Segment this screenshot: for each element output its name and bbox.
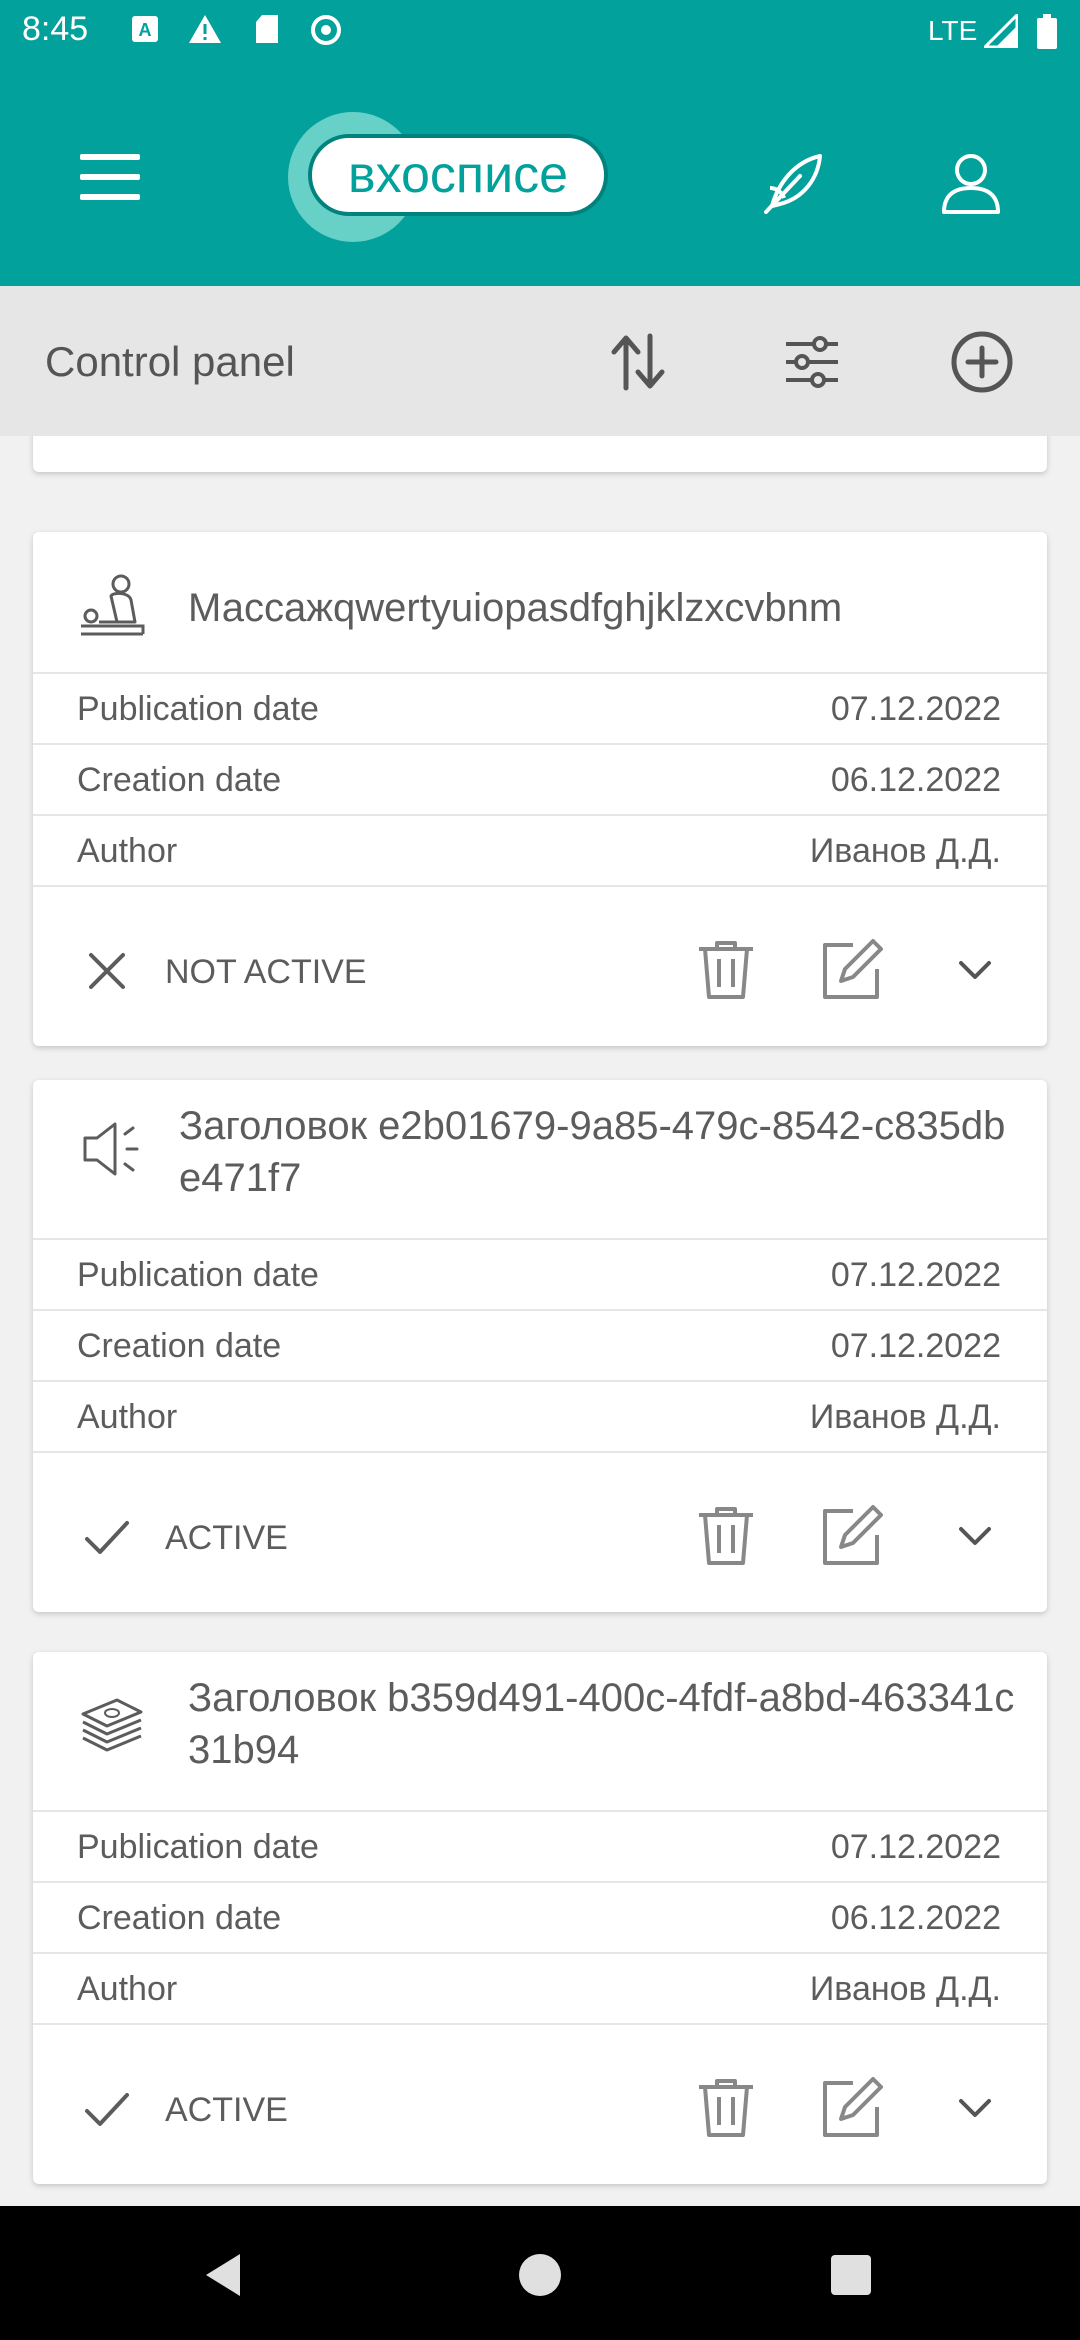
- status-time: 8:45: [22, 10, 89, 48]
- card-item[interactable]: Заголовок e2b01679-9a85-479c-8542-c835db…: [33, 1080, 1047, 1612]
- network-type: LTE: [928, 15, 978, 46]
- author-row: Author Иванов Д.Д.: [33, 1954, 1047, 2025]
- filter-sliders-icon[interactable]: [780, 330, 844, 394]
- publication-date-label: Publication date: [77, 1256, 319, 1294]
- menu-icon[interactable]: [78, 152, 142, 202]
- app-bar: вхосписе: [0, 66, 1080, 286]
- edit-icon[interactable]: [819, 2075, 885, 2141]
- content-list[interactable]: Массажqwertyuiopasdfghjklzxcvbnm Publica…: [0, 436, 1080, 2206]
- creation-date-label: Creation date: [77, 761, 282, 799]
- author-label: Author: [77, 1970, 178, 2008]
- card-header: Заголовок e2b01679-9a85-479c-8542-c835db…: [33, 1080, 1047, 1240]
- card-title: Массажqwertyuiopasdfghjklzxcvbnm: [188, 586, 843, 630]
- svg-text:A: A: [139, 20, 152, 40]
- author-value: Иванов Д.Д.: [809, 1970, 1001, 2008]
- author-row: Author Иванов Д.Д.: [33, 1382, 1047, 1453]
- control-panel-title: Control panel: [45, 338, 295, 385]
- trash-icon[interactable]: [693, 2075, 759, 2141]
- publication-date-value: 07.12.2022: [830, 690, 1001, 728]
- card-item[interactable]: Массажqwertyuiopasdfghjklzxcvbnm Publica…: [33, 532, 1047, 1046]
- money-icon: [81, 1698, 143, 1752]
- add-circle-icon[interactable]: [950, 330, 1014, 394]
- check-icon[interactable]: [83, 1513, 131, 1561]
- card-partial: [33, 436, 1047, 472]
- chevron-down-icon[interactable]: [955, 951, 995, 991]
- notification-a-icon: A: [132, 16, 158, 42]
- signal-icon: [984, 14, 1018, 48]
- publication-date-value: 07.12.2022: [830, 1828, 1001, 1866]
- user-profile-icon[interactable]: [936, 148, 1006, 218]
- author-label: Author: [77, 1398, 178, 1436]
- publication-date-value: 07.12.2022: [830, 1256, 1001, 1294]
- card-title: Заголовок b359d491-400c-4fdf-a8bd-463341…: [188, 1676, 1015, 1772]
- edit-icon[interactable]: [819, 1503, 885, 1569]
- status-label[interactable]: ACTIVE: [165, 1519, 288, 1558]
- system-nav-bar: [0, 2206, 1080, 2340]
- author-label: Author: [77, 832, 178, 870]
- card-header: Массажqwertyuiopasdfghjklzxcvbnm: [33, 532, 1047, 674]
- control-panel-bar: Control panel: [0, 286, 1080, 436]
- card-footer: ACTIVE: [33, 2025, 1047, 2187]
- chevron-down-icon[interactable]: [955, 2089, 995, 2129]
- card-item[interactable]: Заголовок b359d491-400c-4fdf-a8bd-463341…: [33, 1652, 1047, 2184]
- creation-date-label: Creation date: [77, 1327, 282, 1365]
- author-value: Иванов Д.Д.: [809, 1398, 1001, 1436]
- status-bar: 8:45 A LTE: [0, 0, 1080, 66]
- creation-date-row: Creation date 06.12.2022: [33, 1883, 1047, 1954]
- edit-icon[interactable]: [819, 937, 885, 1003]
- check-icon[interactable]: [83, 2085, 131, 2133]
- creation-date-row: Creation date 07.12.2022: [33, 1311, 1047, 1382]
- publication-date-row: Publication date 07.12.2022: [33, 674, 1047, 745]
- creation-date-value: 06.12.2022: [830, 761, 1001, 799]
- sd-card-icon: [256, 15, 278, 43]
- speaker-icon: [83, 1122, 139, 1176]
- massage-icon: [81, 574, 145, 636]
- author-row: Author Иванов Д.Д.: [33, 816, 1047, 887]
- recents-icon[interactable]: [826, 2250, 876, 2300]
- close-icon[interactable]: [83, 947, 131, 995]
- publication-date-row: Publication date 07.12.2022: [33, 1240, 1047, 1311]
- sort-icon[interactable]: [606, 330, 670, 394]
- back-icon[interactable]: [200, 2250, 250, 2300]
- status-label[interactable]: ACTIVE: [165, 2091, 288, 2130]
- creation-date-label: Creation date: [77, 1899, 282, 1937]
- card-footer: ACTIVE: [33, 1453, 1047, 1615]
- card-footer: NOT ACTIVE: [33, 887, 1047, 1049]
- publication-date-row: Publication date 07.12.2022: [33, 1812, 1047, 1883]
- card-header: Заголовок b359d491-400c-4fdf-a8bd-463341…: [33, 1652, 1047, 1812]
- sync-icon: [311, 15, 341, 45]
- creation-date-row: Creation date 06.12.2022: [33, 745, 1047, 816]
- battery-icon: [1037, 14, 1057, 49]
- logo-text: вхосписе: [308, 134, 608, 216]
- chevron-down-icon[interactable]: [955, 1517, 995, 1557]
- trash-icon[interactable]: [693, 1503, 759, 1569]
- warning-icon: [189, 15, 221, 43]
- status-label[interactable]: NOT ACTIVE: [165, 953, 367, 992]
- feather-icon[interactable]: [760, 148, 830, 218]
- card-title: Заголовок e2b01679-9a85-479c-8542-c835db…: [179, 1104, 1006, 1200]
- trash-icon[interactable]: [693, 937, 759, 1003]
- author-value: Иванов Д.Д.: [809, 832, 1001, 870]
- app-logo[interactable]: вхосписе: [288, 112, 618, 242]
- creation-date-value: 06.12.2022: [830, 1899, 1001, 1937]
- home-icon[interactable]: [515, 2250, 565, 2300]
- publication-date-label: Publication date: [77, 690, 319, 728]
- publication-date-label: Publication date: [77, 1828, 319, 1866]
- creation-date-value: 07.12.2022: [830, 1327, 1001, 1365]
